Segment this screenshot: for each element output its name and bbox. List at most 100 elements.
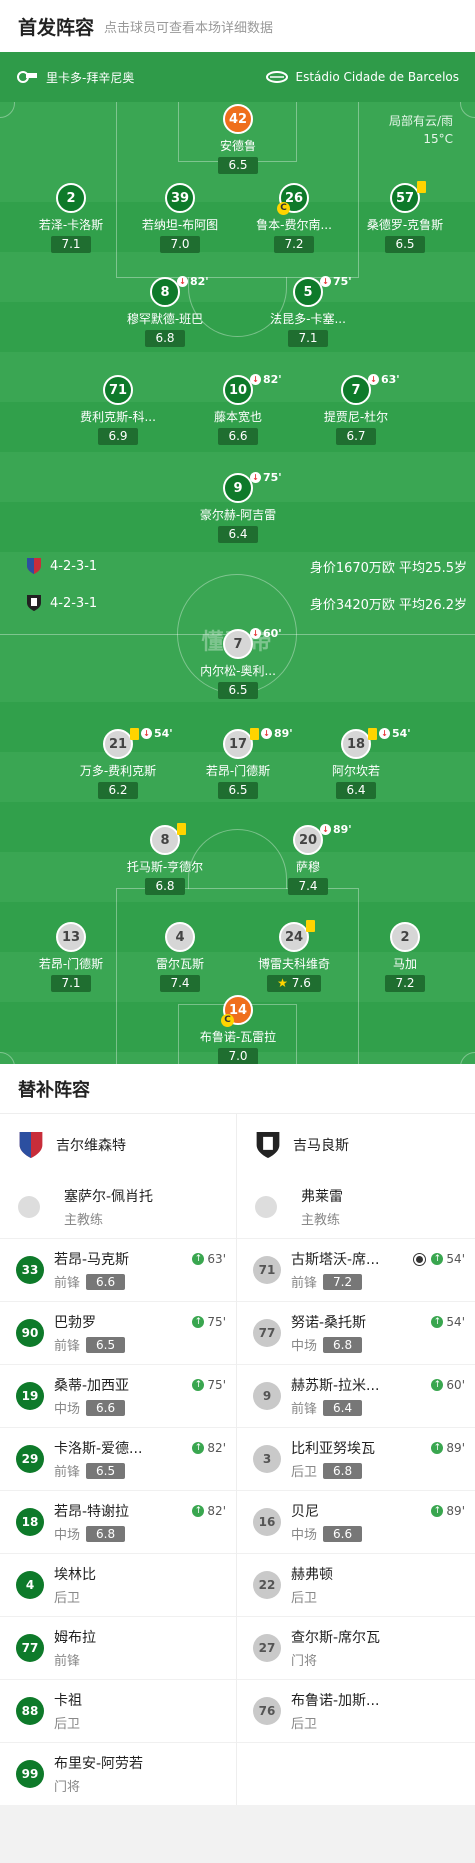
sub-out-icon: ↓: [250, 628, 261, 639]
sub-player-row[interactable]: 33 若昂-马克斯 前锋 6.6 ↑ 63': [0, 1238, 236, 1301]
home-player-card[interactable]: 8 ↓ 82' 穆罕默德-班巴 6.8: [105, 275, 225, 347]
away-player-card[interactable]: 20 ↓ 89' 萨穆 7.4: [248, 823, 368, 895]
sub-player-row[interactable]: 77 姆布拉 前锋: [0, 1616, 236, 1679]
team-crest-icon: [256, 1132, 280, 1158]
away-formation: 4-2-3-1: [26, 594, 97, 612]
sub-in-icon: ↑: [192, 1316, 205, 1328]
sub-player-row[interactable]: 88 卡祖 后卫: [0, 1679, 236, 1742]
away-team-header[interactable]: 吉马良斯: [237, 1114, 475, 1176]
page-title: 首发阵容: [18, 16, 95, 39]
sub-out-icon: ↓: [379, 728, 390, 739]
lineup-pitch: 里卡多-拜辛尼奥 Estádio Cidade de Barcelos 局部有云…: [0, 52, 475, 1064]
sub-out-icon: ↓: [250, 374, 261, 385]
empty-row: [237, 1742, 475, 1805]
stadium-name: Estádio Cidade de Barcelos: [295, 70, 459, 84]
sub-in-icon: ↑: [192, 1253, 205, 1265]
away-player-card[interactable]: 8 托马斯-亨德尔 6.8: [105, 823, 225, 895]
sub-player-row[interactable]: 76 布鲁诺-加斯... 后卫: [237, 1679, 475, 1742]
sub-in-icon: ↑: [431, 1316, 444, 1328]
away-player-card[interactable]: 13 若昂-门德斯 7.1: [11, 922, 131, 992]
sub-in-icon: ↑: [431, 1505, 444, 1517]
sub-player-row[interactable]: 4 埃林比 后卫: [0, 1553, 236, 1616]
sub-out-icon: ↓: [261, 728, 272, 739]
coach-row[interactable]: 弗莱雷 主教练: [237, 1176, 475, 1238]
sub-out-icon: ↓: [368, 374, 379, 385]
sub-out-icon: ↓: [320, 276, 331, 287]
coach-row[interactable]: 塞萨尔-佩肖托 主教练: [0, 1176, 236, 1238]
captain-badge: C: [221, 1014, 234, 1027]
sub-player-row[interactable]: 18 若昂-特谢拉 中场 6.8 ↑ 82': [0, 1490, 236, 1553]
weather-desc: 局部有云/雨: [388, 114, 453, 128]
goal-ball-icon: [414, 1253, 426, 1265]
home-player-card[interactable]: 7 ↓ 63' 提贾尼-杜尔 6.7: [296, 373, 416, 445]
home-player-card[interactable]: 71 费利克斯-科... 6.9: [58, 375, 178, 445]
home-player-card[interactable]: 57 桑德罗-克鲁斯 6.5: [345, 181, 465, 253]
home-team-header[interactable]: 吉尔维森特: [0, 1114, 236, 1176]
team-crest-icon: [27, 595, 41, 611]
subs-title: 替补阵容: [0, 1064, 475, 1114]
avatar-icon: [18, 1196, 40, 1218]
sub-player-row[interactable]: 90 巴勃罗 前锋 6.5 ↑ 75': [0, 1301, 236, 1364]
footer-spacer: [0, 1805, 475, 1835]
sub-player-row[interactable]: 3 比利亚努埃瓦 后卫 6.8 ↑ 89': [237, 1427, 475, 1490]
sub-out-icon: ↓: [320, 824, 331, 835]
weather-temp: 15°C: [423, 132, 453, 146]
home-formation: 4-2-3-1: [26, 557, 97, 575]
sub-out-icon: ↓: [177, 276, 188, 287]
star-icon: ★: [277, 976, 288, 990]
away-subs-column: 吉马良斯 弗莱雷 主教练 71 古斯塔沃-席... 前锋 7.2 ↑ 54' 77 努诺…: [237, 1114, 475, 1805]
page-header: 首发阵容 点击球员可查看本场详细数据: [0, 0, 475, 52]
yellow-card-icon: [177, 823, 186, 835]
venue-bar: 里卡多-拜辛尼奥 Estádio Cidade de Barcelos: [0, 52, 475, 102]
sub-in-icon: ↑: [431, 1253, 444, 1265]
sub-out-icon: ↓: [250, 472, 261, 483]
away-player-card[interactable]: 2 马加 7.2: [345, 922, 465, 992]
home-player-card[interactable]: 2 若泽-卡洛斯 7.1: [11, 183, 131, 253]
home-player-card[interactable]: 9 ↓ 75' 豪尔赫-阿吉雷 6.4: [178, 471, 298, 543]
sub-player-row[interactable]: 71 古斯塔沃-席... 前锋 7.2 ↑ 54': [237, 1238, 475, 1301]
page-subtitle: 点击球员可查看本场详细数据: [104, 20, 274, 36]
sub-in-icon: ↑: [192, 1379, 205, 1391]
away-player-card[interactable]: 21 ↓ 54' 万多-费利克斯 6.2: [58, 727, 178, 799]
away-player-card[interactable]: 4 雷尔瓦斯 7.4: [120, 922, 240, 992]
sub-in-icon: ↑: [431, 1442, 444, 1454]
away-value: 身价3420万欧 平均26.2岁: [309, 598, 467, 613]
sub-player-row[interactable]: 99 布里安-阿劳若 门将: [0, 1742, 236, 1805]
home-player-card[interactable]: 42 安德鲁 6.5: [178, 104, 298, 174]
sub-out-icon: ↓: [141, 728, 152, 739]
captain-badge: C: [277, 202, 290, 215]
sub-player-row[interactable]: 22 赫弗顿 后卫: [237, 1553, 475, 1616]
home-value: 身价1670万欧 平均25.5岁: [309, 561, 467, 576]
yellow-card-icon: [306, 920, 315, 932]
away-player-card[interactable]: 17 ↓ 89' 若昂-门德斯 6.5: [178, 727, 298, 799]
home-player-card[interactable]: 10 ↓ 82' 藤本宽也 6.6: [178, 373, 298, 445]
team-crest-icon: [19, 1132, 43, 1158]
yellow-card-icon: [417, 181, 426, 193]
away-player-card[interactable]: 14 C 布鲁诺-瓦雷拉 7.0: [178, 995, 298, 1064]
yellow-card-icon: [250, 727, 259, 740]
home-player-card[interactable]: 39 若纳坦-布阿图 7.0: [120, 183, 240, 253]
yellow-card-icon: [130, 727, 139, 740]
home-subs-column: 吉尔维森特 塞萨尔-佩肖托 主教练 33 若昂-马克斯 前锋 6.6 ↑ 63' 90 …: [0, 1114, 237, 1805]
away-player-card[interactable]: 18 ↓ 54' 阿尔坎若 6.4: [296, 727, 416, 799]
sub-player-row[interactable]: 77 努诺-桑托斯 中场 6.8 ↑ 54': [237, 1301, 475, 1364]
sub-player-row[interactable]: 16 贝尼 中场 6.6 ↑ 89': [237, 1490, 475, 1553]
sub-player-row[interactable]: 9 赫苏斯-拉米... 前锋 6.4 ↑ 60': [237, 1364, 475, 1427]
home-player-card[interactable]: 5 ↓ 75' 法昆多-卡塞... 7.1: [248, 275, 368, 347]
sub-player-row[interactable]: 29 卡洛斯-爱德... 前锋 6.5 ↑ 82': [0, 1427, 236, 1490]
away-player-card[interactable]: 7 ↓ 60' 内尔松-奥利... 6.5: [178, 627, 298, 699]
team-crest-icon: [27, 558, 41, 574]
referee-name: 里卡多-拜辛尼奥: [46, 70, 135, 85]
sub-player-row[interactable]: 27 查尔斯-席尔瓦 门将: [237, 1616, 475, 1679]
away-player-card[interactable]: 24 博雷夫科维奇 ★ 7.6: [234, 920, 354, 992]
stadium-icon: [265, 71, 288, 83]
avatar-icon: [255, 1196, 277, 1218]
sub-in-icon: ↑: [192, 1505, 205, 1517]
sub-player-row[interactable]: 19 桑蒂-加西亚 中场 6.6 ↑ 75': [0, 1364, 236, 1427]
sub-in-icon: ↑: [431, 1379, 444, 1391]
subs-section: 吉尔维森特 塞萨尔-佩肖托 主教练 33 若昂-马克斯 前锋 6.6 ↑ 63' 90 …: [0, 1114, 475, 1805]
home-player-card[interactable]: 26 C 鲁本-费尔南... 7.2: [234, 183, 354, 253]
sub-in-icon: ↑: [192, 1442, 205, 1454]
weather-info: 局部有云/雨 15°C: [389, 112, 453, 148]
whistle-icon: [17, 71, 37, 83]
